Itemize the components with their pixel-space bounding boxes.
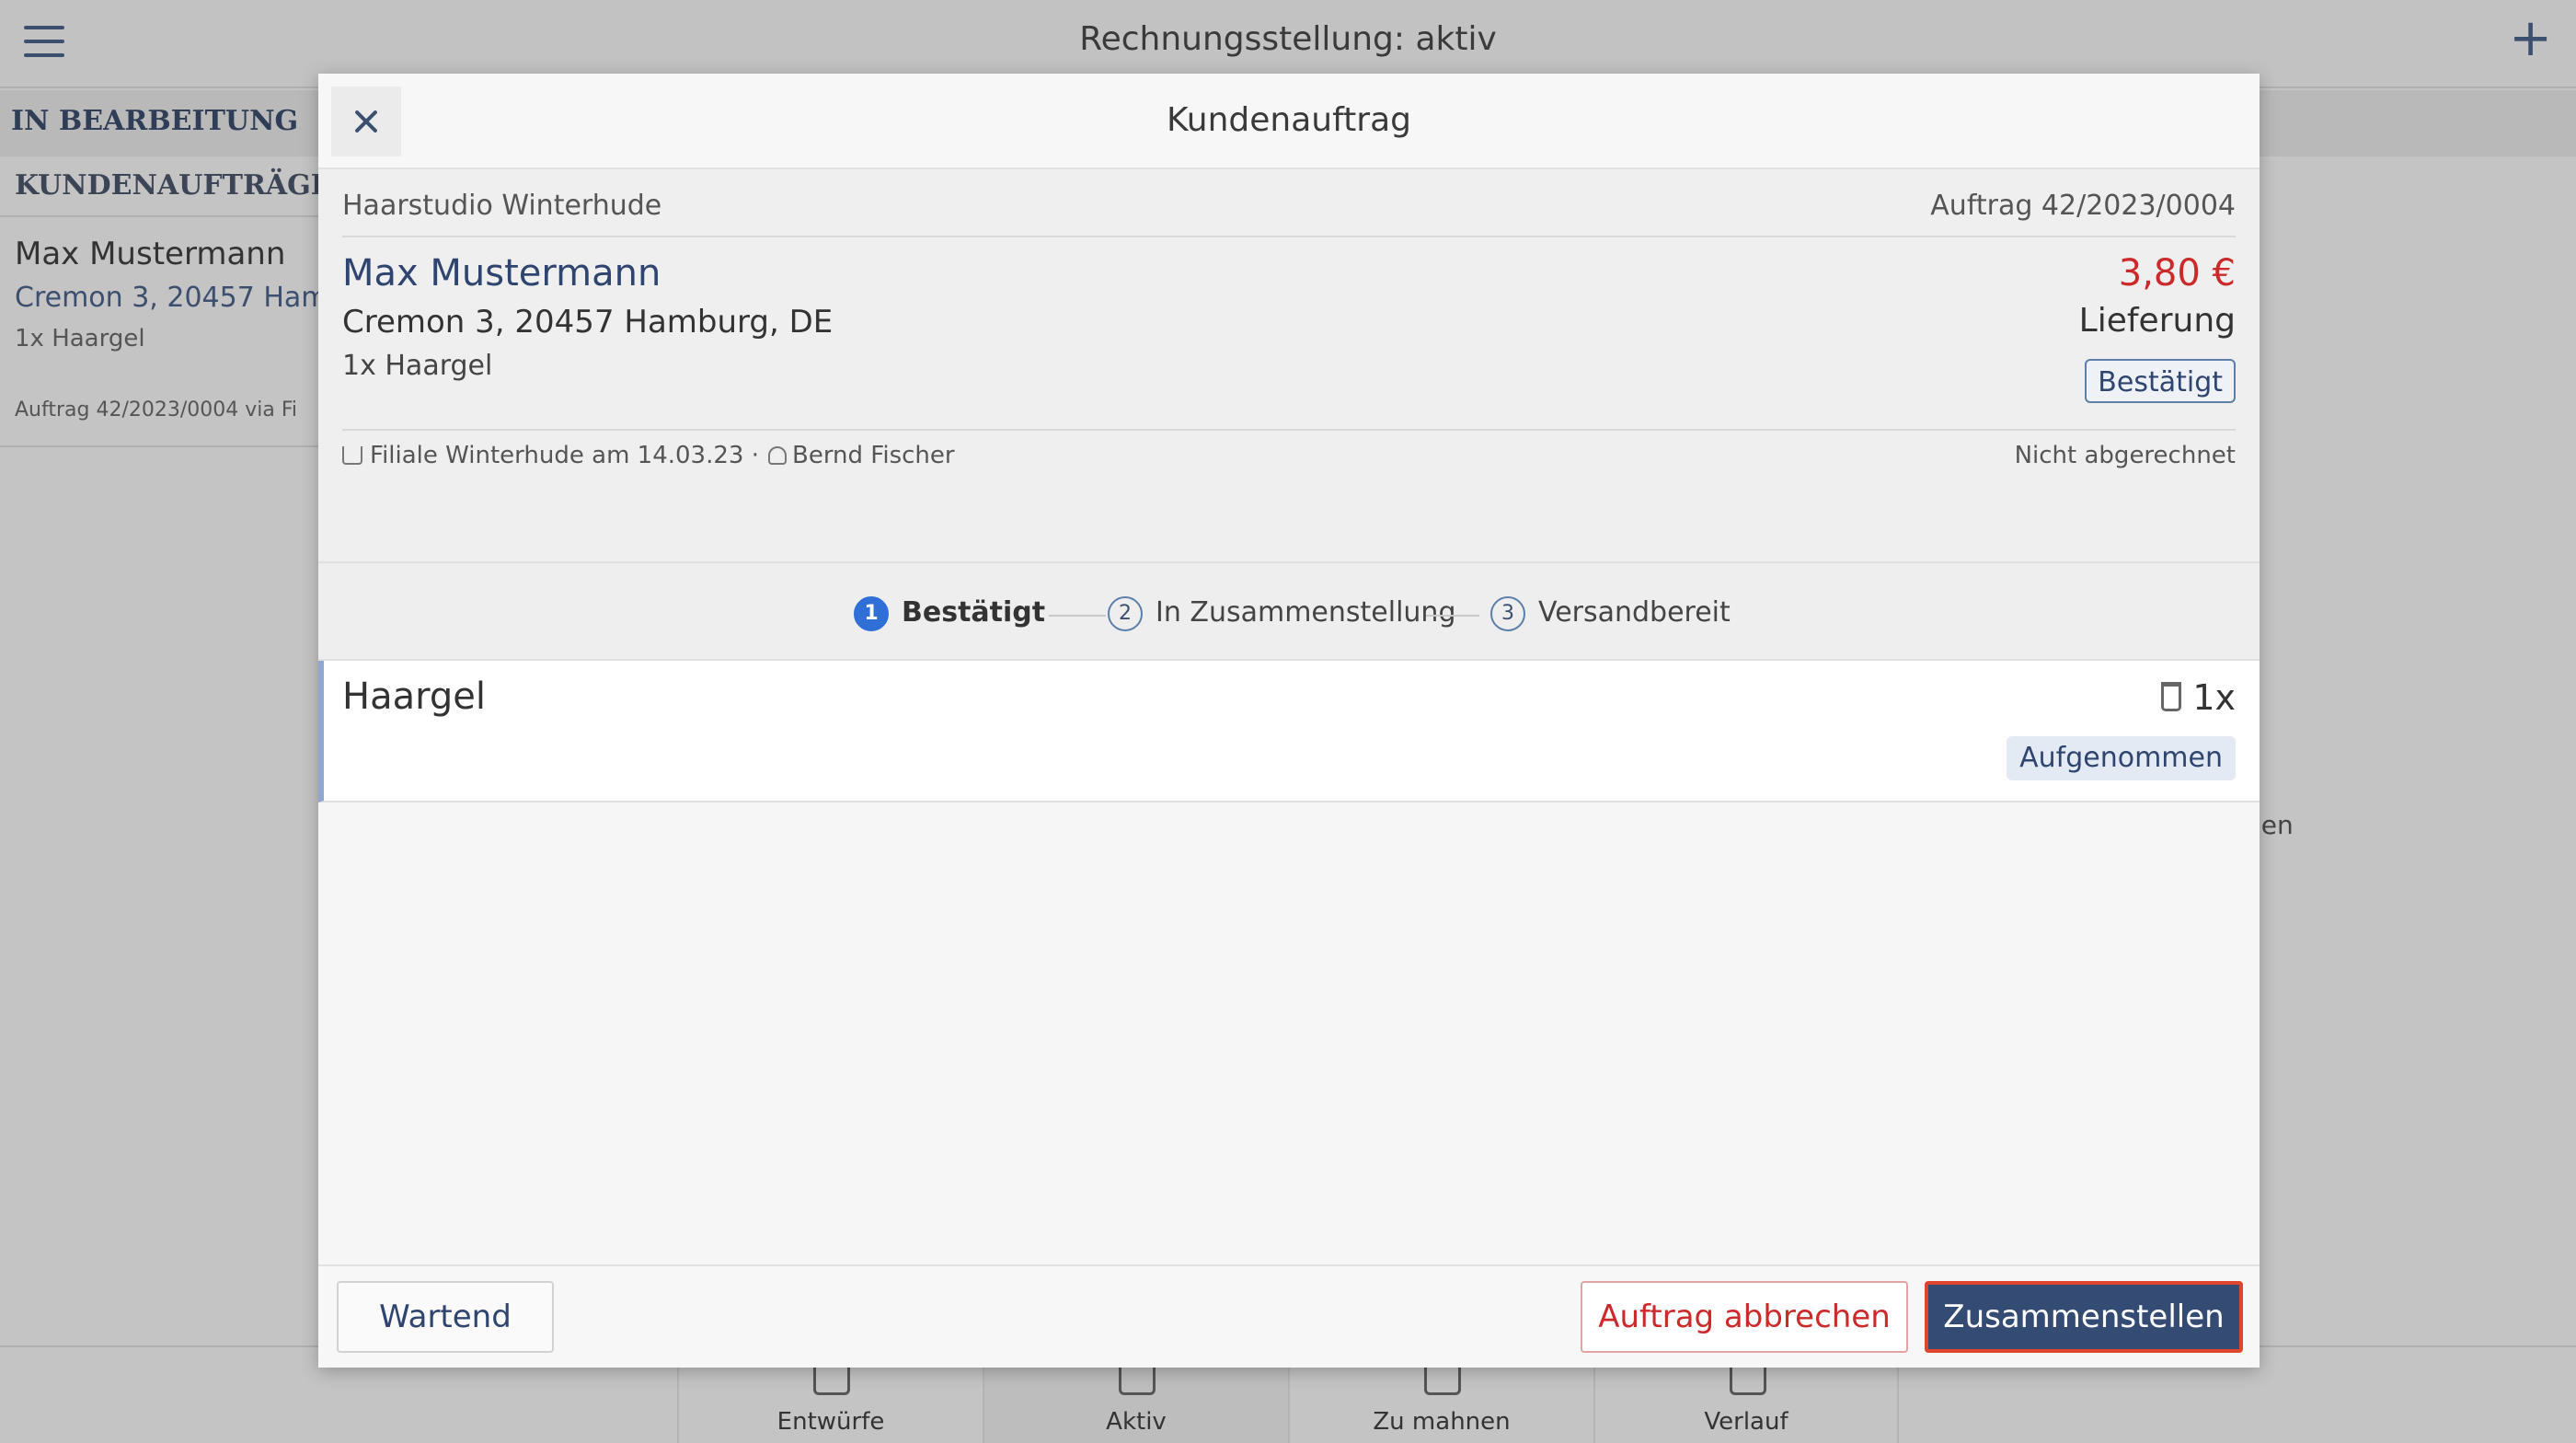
product-status-badge: Aufgenommen <box>2007 736 2236 780</box>
delivery-type: Lieferung <box>2078 302 2236 340</box>
tab-label: Aktiv <box>1106 1408 1167 1436</box>
cancel-order-button[interactable]: Auftrag abbrechen <box>1581 1281 1908 1353</box>
user-name: Bernd Fischer <box>791 442 955 469</box>
dialog-content-area <box>318 802 2260 1338</box>
customer-name: Max Mustermann <box>342 252 661 294</box>
step-number: 1 <box>854 596 889 631</box>
page-title: Rechnungsstellung: aktiv <box>1079 20 1497 58</box>
order-meta: Auftrag 42/2023/0004 via Fi <box>15 398 298 421</box>
order-number: Auftrag 42/2023/0004 <box>1930 190 2236 222</box>
status-badge: Bestätigt <box>2085 359 2236 403</box>
order-progress-stepper: 1 Bestätigt 2 In Zusammenstellung 3 Versand… <box>318 561 2260 661</box>
step-connector <box>1426 615 1479 617</box>
active-invoice-icon <box>1119 1364 1156 1395</box>
quantity-value: 1x <box>2192 677 2236 718</box>
branch-date: Filiale Winterhude am 14.03.23 · <box>370 442 759 469</box>
tab-label: Verlauf <box>1704 1408 1788 1436</box>
order-customer-name: Max Mustermann <box>15 236 286 272</box>
order-items-summary: 1x Haargel <box>342 350 493 382</box>
dialog-footer: Wartend Auftrag abbrechen Zusammenstelle… <box>318 1264 2260 1368</box>
dialog-title: Kundenauftrag <box>1166 101 1411 139</box>
reminder-invoice-icon <box>1424 1364 1461 1395</box>
order-line-item[interactable]: Haargel 1x Aufgenommen <box>318 661 2260 802</box>
order-price: 3,80 € <box>2118 252 2236 294</box>
step-in-zusammenstellung: 2 In Zusammenstellung <box>1108 596 1455 633</box>
order-list-item[interactable]: Max Mustermann Cremon 3, 20457 Hambu 1x … <box>0 217 320 447</box>
step-label: Bestätigt <box>902 596 1046 629</box>
tab-label: Entwürfe <box>776 1408 885 1436</box>
draft-invoice-icon <box>813 1364 850 1395</box>
order-customer-address: Cremon 3, 20457 Hambu <box>15 282 320 314</box>
product-name: Haargel <box>342 675 486 718</box>
divider <box>342 236 2236 237</box>
dialog-header: Kundenauftrag <box>318 74 2260 169</box>
user-icon <box>767 446 787 465</box>
assemble-button[interactable]: Zusammenstellen <box>1925 1281 2243 1353</box>
step-bestaetigt: 1 Bestätigt <box>854 596 1045 633</box>
step-label: In Zusammenstellung <box>1156 596 1456 629</box>
billing-status: Nicht abgerechnet <box>2014 442 2236 469</box>
history-invoice-icon <box>1730 1364 1766 1395</box>
sidebar-section-title: IN BEARBEITUNG <box>0 90 320 156</box>
customer-address: Cremon 3, 20457 Hamburg, DE <box>342 304 834 341</box>
step-connector <box>1049 615 1106 617</box>
sidebar: IN BEARBEITUNG KUNDENAUFTRÄGE Max Muster… <box>0 90 332 1345</box>
product-quantity: 1x <box>2161 677 2236 718</box>
add-icon[interactable]: + <box>2509 13 2552 64</box>
step-label: Versandbereit <box>1538 596 1731 629</box>
wartend-button[interactable]: Wartend <box>337 1281 554 1353</box>
step-versandbereit: 3 Versandbereit <box>1490 596 1731 633</box>
customer-order-dialog: Kundenauftrag Haarstudio Winterhude Auft… <box>318 74 2260 1368</box>
sidebar-subsection-title: KUNDENAUFTRÄGE <box>0 156 332 217</box>
product-container-icon <box>2161 682 2182 711</box>
basket-icon <box>342 446 362 465</box>
tab-label: Zu mahnen <box>1373 1408 1511 1436</box>
order-items: 1x Haargel <box>15 325 145 352</box>
order-meta: Filiale Winterhude am 14.03.23 · Bernd Fi… <box>342 442 955 469</box>
step-number: 2 <box>1108 596 1143 631</box>
divider <box>342 429 2236 431</box>
store-name: Haarstudio Winterhude <box>342 190 662 222</box>
step-number: 3 <box>1490 596 1525 631</box>
order-info-panel: Haarstudio Winterhude Auftrag 42/2023/00… <box>318 169 2260 561</box>
